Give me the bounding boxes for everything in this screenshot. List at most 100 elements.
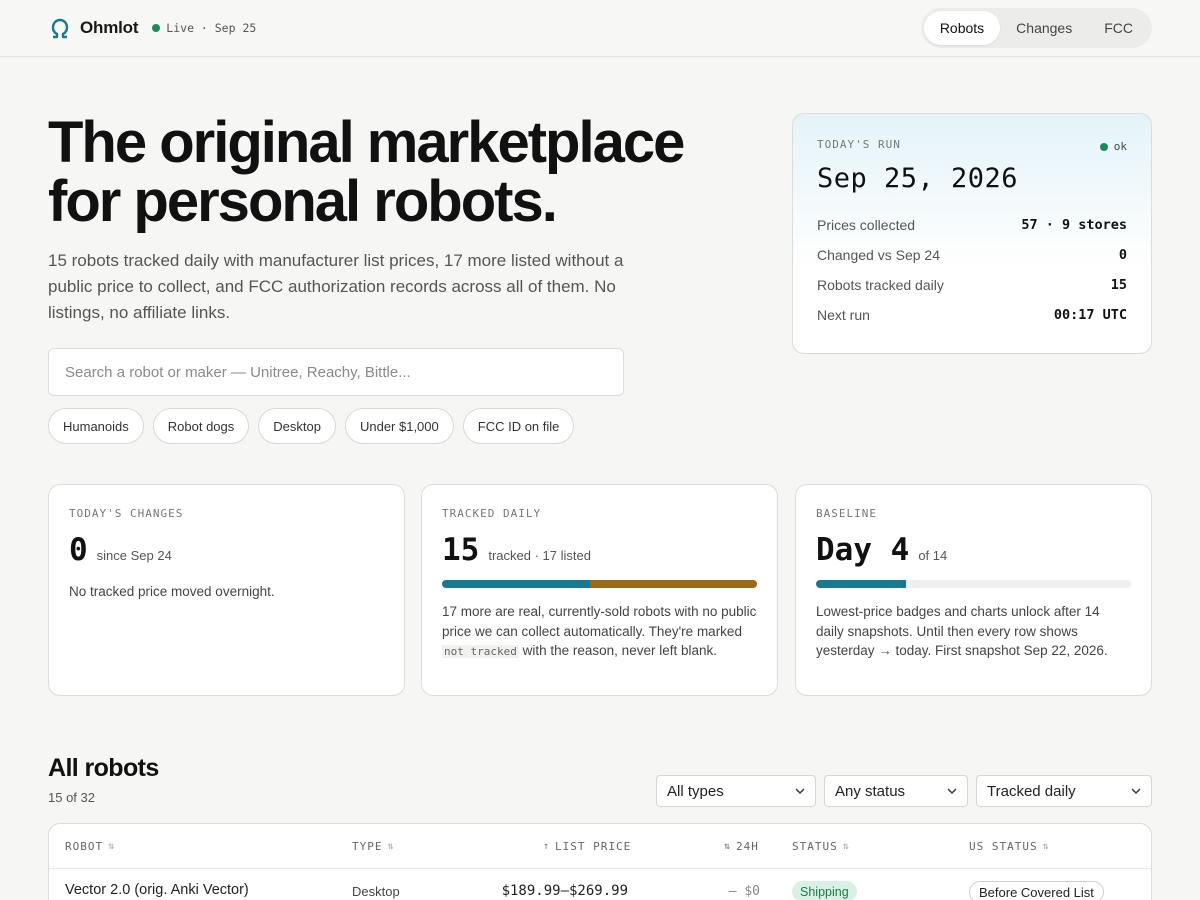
changes-stat-card: TODAY'S CHANGES 0 since Sep 24 No tracke… (48, 484, 405, 696)
nav-robots[interactable]: Robots (923, 11, 1001, 45)
live-status-text: Live · Sep 25 (166, 21, 257, 35)
robot-24h-change: — $0 (728, 884, 760, 899)
us-status-badge: Before Covered List (969, 881, 1104, 900)
column-label: US STATUS (969, 840, 1038, 853)
live-dot-icon (152, 24, 161, 32)
stat-description: No tracked price moved overnight. (69, 584, 275, 599)
stat-figure: 0 since Sep 24 (69, 532, 384, 568)
run-label: TODAY'S RUN (817, 138, 901, 151)
robots-table: ROBOT ⇅ TYPE ⇅ ↑ LIST PRICE ⇅ 24H STATUS ⇅ US… (48, 823, 1152, 900)
column-header-robot[interactable]: ROBOT ⇅ (65, 840, 115, 853)
run-row-label: Prices collected (817, 217, 916, 233)
stat-label: TODAY'S CHANGES (69, 507, 184, 520)
chevron-down-icon (1131, 788, 1141, 794)
status-filter-select[interactable]: Any status (824, 775, 968, 807)
chip-desktop[interactable]: Desktop (258, 408, 336, 444)
section-title: All robots (48, 754, 159, 782)
chip-robot-dogs[interactable]: Robot dogs (152, 408, 250, 444)
sort-icon: ⇅ (108, 841, 116, 852)
robot-list-price: $189.99–$269.99 (501, 883, 628, 899)
status-badge: Shipping (792, 881, 857, 900)
nav-fcc[interactable]: FCC (1088, 11, 1149, 45)
run-row-value: 57 · 9 stores (1021, 217, 1127, 233)
run-row-value: 15 (1110, 277, 1127, 293)
stat-suffix: since Sep 24 (96, 548, 172, 563)
chevron-down-icon (795, 788, 805, 794)
run-row-value: 00:17 UTC (1053, 307, 1127, 323)
run-row-label: Changed vs Sep 24 (817, 247, 940, 263)
stat-figure: 15 tracked · 17 listed (442, 532, 757, 568)
search-input[interactable] (48, 348, 624, 396)
column-header-type[interactable]: TYPE ⇅ (352, 840, 395, 853)
stat-number: 0 (69, 532, 88, 568)
run-row: Next run 00:17 UTC (817, 300, 1127, 330)
stat-desc-after: with the reason, never left blank. (522, 643, 717, 658)
sort-icon: ⇅ (387, 841, 395, 852)
sort-ascending-icon: ↑ (543, 841, 551, 852)
robot-name[interactable]: Vector 2.0 (orig. Anki Vector) (65, 882, 249, 898)
hero-subtitle: 15 robots tracked daily with manufacture… (48, 251, 624, 322)
hero-title: The original marketplace for personal ro… (48, 113, 768, 231)
stat-description: 17 more are real, currently-sold robots … (442, 602, 757, 662)
chip-humanoids[interactable]: Humanoids (48, 408, 144, 444)
select-value: Tracked daily (987, 782, 1076, 800)
run-row: Robots tracked daily 15 (817, 270, 1127, 300)
omega-logo-icon (51, 18, 69, 39)
chip-fcc-id-on-file[interactable]: FCC ID on file (462, 408, 575, 444)
run-row-label: Robots tracked daily (817, 277, 944, 293)
not-tracked-code: not tracked (442, 645, 519, 658)
stat-label: BASELINE (816, 507, 877, 520)
select-value: All types (667, 782, 724, 800)
listed-bar-segment (589, 580, 757, 588)
baseline-progress-bar (816, 580, 1131, 588)
stat-number: Day 4 (816, 532, 910, 568)
hero-title-line-2: for personal robots. (48, 169, 558, 234)
run-status-text: ok (1113, 140, 1127, 153)
tracked-bar-segment (442, 580, 590, 588)
top-bar: Ohmlot Live · Sep 25 Robots Changes FCC (0, 0, 1200, 57)
brand-name: Ohmlot (80, 18, 139, 37)
robot-type: Desktop (352, 884, 400, 899)
hero-title-line-1: The original marketplace (48, 110, 685, 175)
tracked-stat-card: TRACKED DAILY 15 tracked · 17 listed 17 … (421, 484, 778, 696)
main-nav: Robots Changes FCC (920, 8, 1152, 48)
sort-icon: ⇅ (1042, 841, 1050, 852)
table-row[interactable]: Vector 2.0 (orig. Anki Vector) Desktop $… (49, 869, 1151, 900)
stat-figure: Day 4 of 14 (816, 532, 1131, 568)
baseline-stat-card: BASELINE Day 4 of 14 Lowest-price badges… (795, 484, 1152, 696)
column-label: 24H (736, 840, 759, 853)
column-header-us-status[interactable]: US STATUS ⇅ (969, 840, 1050, 853)
run-row-label: Next run (817, 307, 870, 323)
column-label: LIST PRICE (555, 840, 632, 853)
column-label: ROBOT (65, 840, 104, 853)
column-label: STATUS (792, 840, 838, 853)
table-header: ROBOT ⇅ TYPE ⇅ ↑ LIST PRICE ⇅ 24H STATUS ⇅ US… (49, 824, 1151, 869)
stat-desc-before: 17 more are real, currently-sold robots … (442, 604, 757, 639)
run-row-value: 0 (1118, 247, 1127, 263)
baseline-progress-fill (816, 580, 906, 588)
nav-changes[interactable]: Changes (1000, 11, 1088, 45)
sort-icon: ⇅ (724, 841, 732, 852)
column-header-status[interactable]: STATUS ⇅ (792, 840, 850, 853)
type-filter-select[interactable]: All types (656, 775, 816, 807)
tracked-vs-listed-bar (442, 580, 757, 588)
chip-under-1000[interactable]: Under $1,000 (344, 408, 454, 444)
filter-chips: Humanoids Robot dogs Desktop Under $1,00… (48, 408, 575, 444)
sort-icon: ⇅ (842, 841, 850, 852)
column-label: TYPE (352, 840, 383, 853)
chevron-down-icon (947, 788, 957, 794)
column-header-24h[interactable]: ⇅ 24H (724, 840, 759, 853)
brand[interactable]: Ohmlot Live · Sep 25 (50, 17, 256, 39)
stat-label: TRACKED DAILY (442, 507, 542, 520)
stat-description: Lowest-price badges and charts unlock af… (816, 604, 1108, 658)
tracking-filter-select[interactable]: Tracked daily (976, 775, 1152, 807)
table-filters: All types Any status Tracked daily (656, 775, 1152, 807)
run-date: Sep 25, 2026 (817, 163, 1019, 194)
run-row: Changed vs Sep 24 0 (817, 240, 1127, 270)
run-status: ok (1099, 140, 1127, 153)
column-header-list-price[interactable]: ↑ LIST PRICE (543, 840, 631, 853)
stat-suffix: of 14 (918, 548, 948, 563)
stat-number: 15 (442, 532, 480, 568)
live-indicator: Live · Sep 25 (152, 21, 256, 35)
status-dot-icon (1099, 142, 1108, 151)
